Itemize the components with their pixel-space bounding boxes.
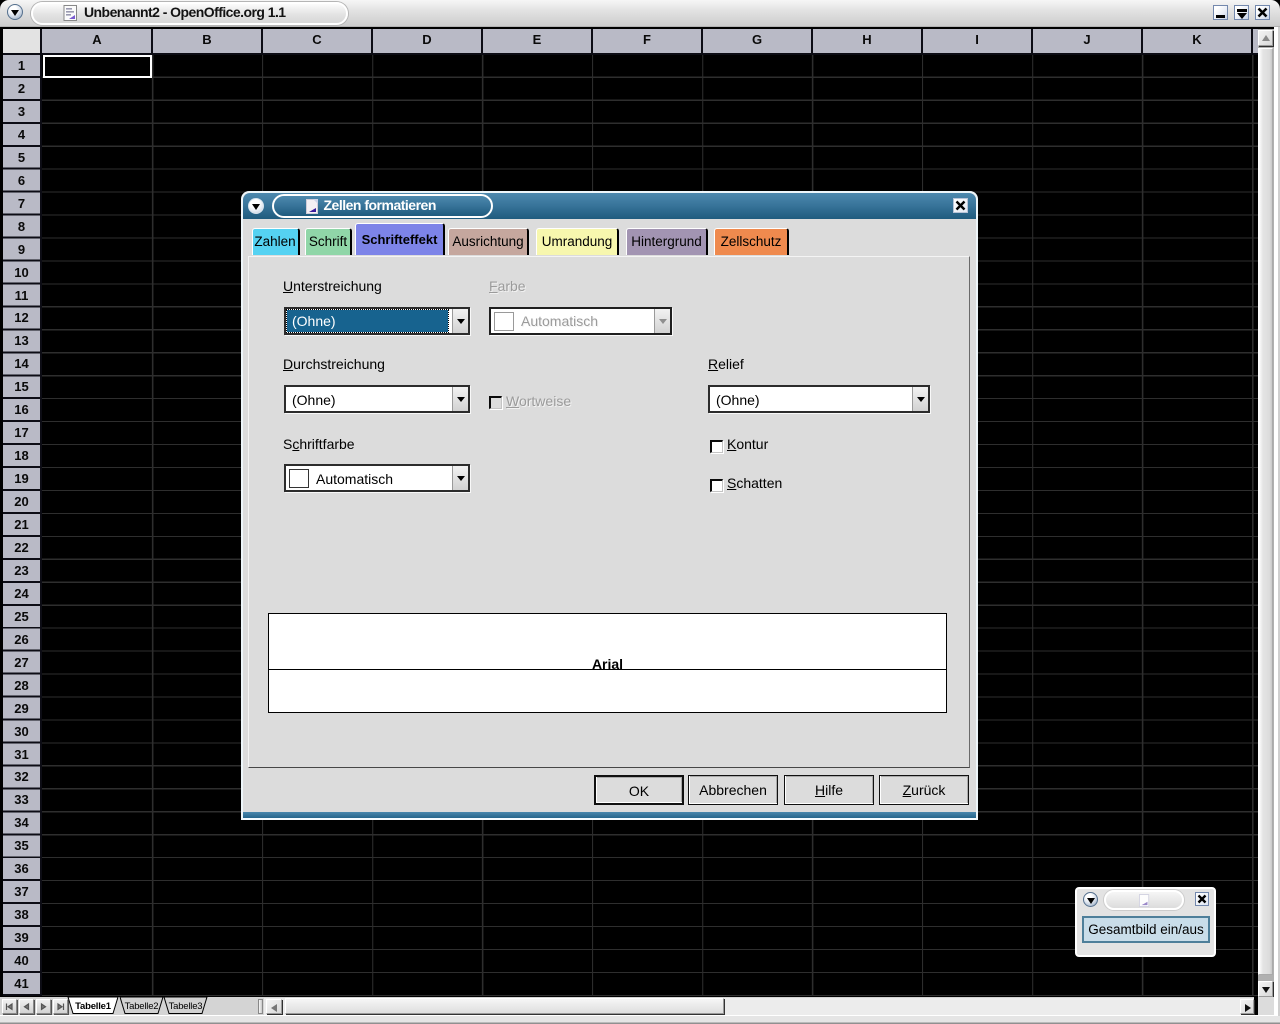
svg-text:Tabelle2: Tabelle2 <box>125 1001 159 1012</box>
svg-text:Tabelle3: Tabelle3 <box>169 1001 203 1012</box>
svg-text:Tabelle1: Tabelle1 <box>75 1001 112 1012</box>
